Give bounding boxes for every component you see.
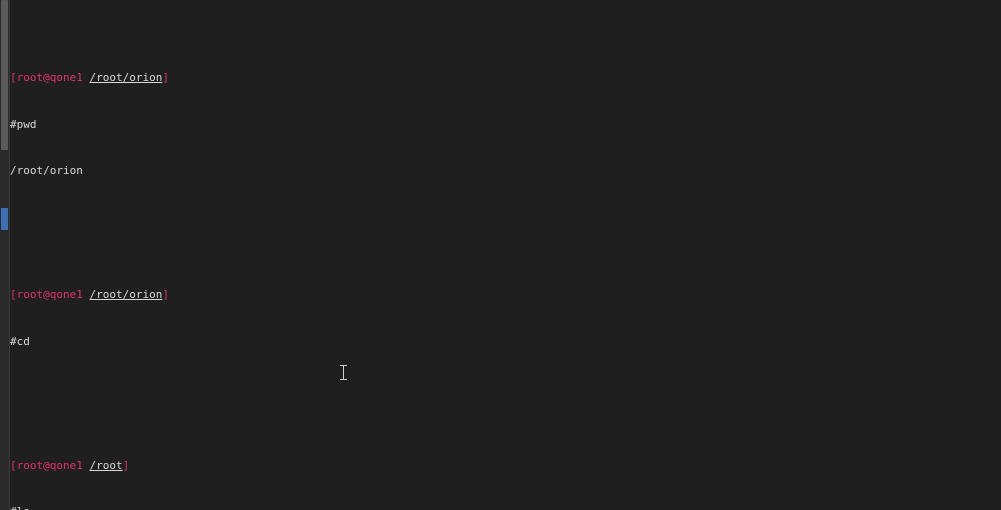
bracket-open: [: [10, 288, 17, 301]
command-line: #ls: [10, 504, 1001, 510]
command-line: #pwd: [10, 117, 1001, 133]
scrollbar-thumb[interactable]: [1, 0, 8, 150]
prompt-user: root@qone1: [16, 71, 83, 84]
scrollbar[interactable]: [0, 0, 10, 510]
bracket-close: ]: [162, 71, 169, 84]
command-output: /root/orion: [10, 163, 1001, 179]
bracket-open: [: [10, 71, 17, 84]
prompt-user: root@qone1: [16, 458, 83, 472]
bracket-open: [: [10, 458, 17, 472]
command-pwd: pwd: [16, 117, 37, 131]
prompt-line: [root@qone1 /root/orion]: [10, 70, 1001, 86]
hash-symbol: #: [10, 334, 17, 348]
prompt-path: /root/orion: [89, 288, 163, 301]
pwd-output: /root/orion: [10, 164, 83, 177]
hash-symbol: #: [10, 505, 17, 510]
hash-symbol: #: [10, 117, 17, 131]
terminal-output[interactable]: [root@qone1 /root/orion] #pwd /root/orio…: [10, 8, 1001, 510]
prompt-line: [root@qone1 /root]: [10, 458, 1001, 474]
scrollbar-position-marker[interactable]: [1, 208, 8, 230]
prompt-user: root@qone1: [16, 288, 83, 301]
command-line: #cd: [10, 334, 1001, 350]
prompt-line: [root@qone1 /root/orion]: [10, 287, 1001, 303]
prompt-path: /root: [89, 458, 123, 472]
terminal-window[interactable]: [root@qone1 /root/orion] #pwd /root/orio…: [0, 0, 1001, 510]
command-cd: cd: [16, 334, 30, 348]
bracket-close: ]: [122, 458, 130, 472]
command-ls: ls: [17, 505, 30, 510]
prompt-path: /root/orion: [89, 71, 163, 84]
bracket-close: ]: [162, 288, 169, 301]
